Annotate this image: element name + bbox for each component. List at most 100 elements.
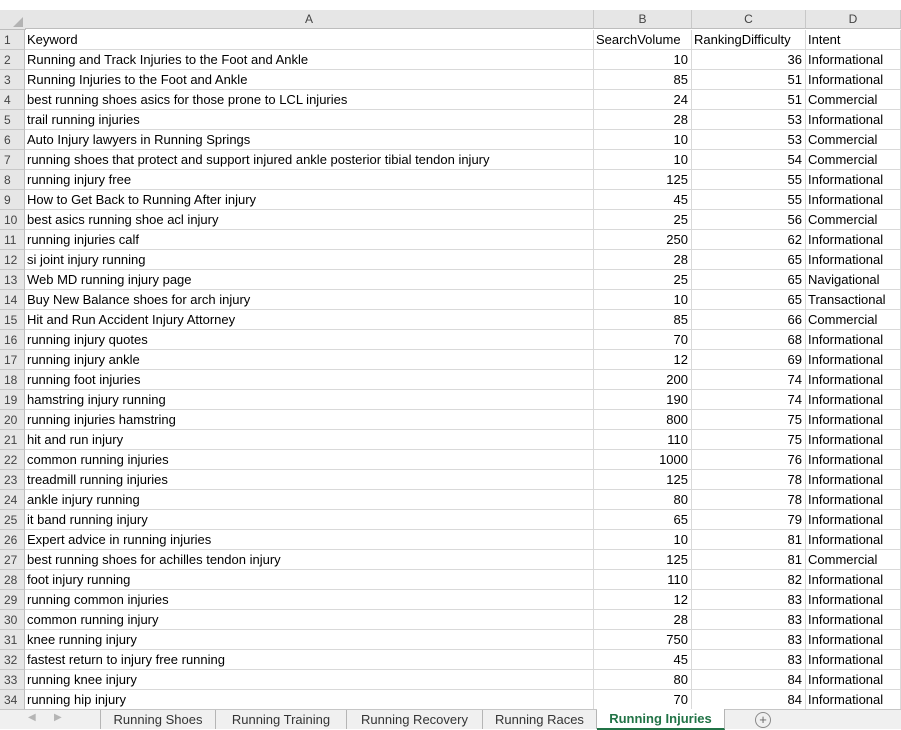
cell-ranking-difficulty[interactable]: 56: [692, 210, 806, 230]
row-number[interactable]: 31: [0, 630, 25, 650]
cell-ranking-difficulty[interactable]: 83: [692, 650, 806, 670]
cell-search-volume[interactable]: 25: [594, 270, 692, 290]
cell-intent[interactable]: Informational: [806, 250, 901, 270]
cell-search-volume[interactable]: 12: [594, 590, 692, 610]
cell-search-volume[interactable]: 80: [594, 670, 692, 690]
row-number[interactable]: 30: [0, 610, 25, 630]
cell-intent[interactable]: Commercial: [806, 130, 901, 150]
cell-intent[interactable]: Informational: [806, 610, 901, 630]
cell-keyword[interactable]: Hit and Run Accident Injury Attorney: [25, 310, 594, 330]
cell-ranking-difficulty[interactable]: 84: [692, 670, 806, 690]
cell-ranking-difficulty[interactable]: 74: [692, 370, 806, 390]
cell-search-volume[interactable]: 28: [594, 250, 692, 270]
row-number[interactable]: 23: [0, 470, 25, 490]
cell-keyword[interactable]: running injury quotes: [25, 330, 594, 350]
cell-keyword[interactable]: hamstring injury running: [25, 390, 594, 410]
cell-intent[interactable]: Informational: [806, 570, 901, 590]
row-number[interactable]: 27: [0, 550, 25, 570]
sheet-tab-running-races[interactable]: Running Races: [483, 710, 597, 729]
cell-ranking-difficulty[interactable]: 75: [692, 430, 806, 450]
cell-intent-header[interactable]: Intent: [806, 30, 901, 50]
column-header-b[interactable]: B: [594, 10, 692, 29]
sheet-tab-running-shoes[interactable]: Running Shoes: [100, 710, 216, 729]
cell-intent[interactable]: Informational: [806, 370, 901, 390]
cell-ranking-difficulty[interactable]: 79: [692, 510, 806, 530]
cell-search-volume[interactable]: 10: [594, 150, 692, 170]
cell-search-volume[interactable]: 10: [594, 50, 692, 70]
row-number[interactable]: 15: [0, 310, 25, 330]
cell-intent[interactable]: Informational: [806, 450, 901, 470]
cell-keyword[interactable]: Auto Injury lawyers in Running Springs: [25, 130, 594, 150]
scroll-tabs-left-icon[interactable]: ◀: [28, 712, 36, 723]
row-number[interactable]: 5: [0, 110, 25, 130]
row-number[interactable]: 29: [0, 590, 25, 610]
cell-keyword[interactable]: best running shoes asics for those prone…: [25, 90, 594, 110]
cell-ranking-difficulty[interactable]: 65: [692, 290, 806, 310]
cell-keyword[interactable]: running injury ankle: [25, 350, 594, 370]
cell-search-volume[interactable]: 24: [594, 90, 692, 110]
cell-keyword[interactable]: knee running injury: [25, 630, 594, 650]
row-number[interactable]: 32: [0, 650, 25, 670]
cell-keyword[interactable]: it band running injury: [25, 510, 594, 530]
row-number[interactable]: 11: [0, 230, 25, 250]
sheet-tab-running-training[interactable]: Running Training: [216, 710, 347, 729]
cell-intent[interactable]: Informational: [806, 670, 901, 690]
cell-keyword[interactable]: Running Injuries to the Foot and Ankle: [25, 70, 594, 90]
select-all-corner[interactable]: [0, 10, 26, 30]
cell-ranking-difficulty[interactable]: 81: [692, 550, 806, 570]
cell-ranking-difficulty[interactable]: 53: [692, 110, 806, 130]
cell-keyword[interactable]: running injury free: [25, 170, 594, 190]
cell-keyword[interactable]: best running shoes for achilles tendon i…: [25, 550, 594, 570]
cell-keyword[interactable]: Expert advice in running injuries: [25, 530, 594, 550]
cell-intent[interactable]: Informational: [806, 690, 901, 709]
row-number[interactable]: 21: [0, 430, 25, 450]
cell-search-volume[interactable]: 110: [594, 430, 692, 450]
cell-intent[interactable]: Informational: [806, 70, 901, 90]
row-number[interactable]: 16: [0, 330, 25, 350]
cell-intent[interactable]: Informational: [806, 490, 901, 510]
cell-ranking-difficulty[interactable]: 75: [692, 410, 806, 430]
row-number[interactable]: 13: [0, 270, 25, 290]
cell-search-volume[interactable]: 25: [594, 210, 692, 230]
cell-search-volume[interactable]: 28: [594, 610, 692, 630]
cell-intent[interactable]: Informational: [806, 430, 901, 450]
cell-search-volume[interactable]: 125: [594, 470, 692, 490]
cell-keyword-header[interactable]: Keyword: [25, 30, 594, 50]
row-number[interactable]: 22: [0, 450, 25, 470]
cell-intent[interactable]: Informational: [806, 330, 901, 350]
cell-keyword[interactable]: running hip injury: [25, 690, 594, 709]
cell-search-volume[interactable]: 70: [594, 690, 692, 709]
cell-intent[interactable]: Informational: [806, 170, 901, 190]
sheet-tab-running-injuries[interactable]: Running Injuries: [597, 709, 725, 730]
cell-ranking-difficulty[interactable]: 68: [692, 330, 806, 350]
cell-ranking-difficulty[interactable]: 55: [692, 170, 806, 190]
cell-search-volume[interactable]: 45: [594, 190, 692, 210]
cell-keyword[interactable]: si joint injury running: [25, 250, 594, 270]
column-header-d[interactable]: D: [806, 10, 901, 29]
cell-keyword[interactable]: common running injury: [25, 610, 594, 630]
cell-search-volume[interactable]: 12: [594, 350, 692, 370]
cell-search-volume[interactable]: 200: [594, 370, 692, 390]
cell-intent[interactable]: Commercial: [806, 310, 901, 330]
cell-ranking-difficulty[interactable]: 51: [692, 90, 806, 110]
scroll-tabs-right-icon[interactable]: ▶: [54, 712, 62, 723]
cell-search-volume[interactable]: 45: [594, 650, 692, 670]
cell-intent[interactable]: Informational: [806, 110, 901, 130]
row-number[interactable]: 2: [0, 50, 25, 70]
cell-keyword[interactable]: treadmill running injuries: [25, 470, 594, 490]
row-number[interactable]: 3: [0, 70, 25, 90]
add-sheet-icon[interactable]: +: [755, 712, 771, 728]
cell-search-volume-header[interactable]: SearchVolume: [594, 30, 692, 50]
cell-keyword[interactable]: Web MD running injury page: [25, 270, 594, 290]
cell-search-volume[interactable]: 70: [594, 330, 692, 350]
cell-intent[interactable]: Informational: [806, 390, 901, 410]
cell-keyword[interactable]: How to Get Back to Running After injury: [25, 190, 594, 210]
cell-search-volume[interactable]: 750: [594, 630, 692, 650]
row-number[interactable]: 26: [0, 530, 25, 550]
cell-ranking-difficulty[interactable]: 62: [692, 230, 806, 250]
row-number[interactable]: 6: [0, 130, 25, 150]
cell-intent[interactable]: Commercial: [806, 550, 901, 570]
cell-intent[interactable]: Transactional: [806, 290, 901, 310]
cell-keyword[interactable]: common running injuries: [25, 450, 594, 470]
cell-ranking-difficulty[interactable]: 82: [692, 570, 806, 590]
